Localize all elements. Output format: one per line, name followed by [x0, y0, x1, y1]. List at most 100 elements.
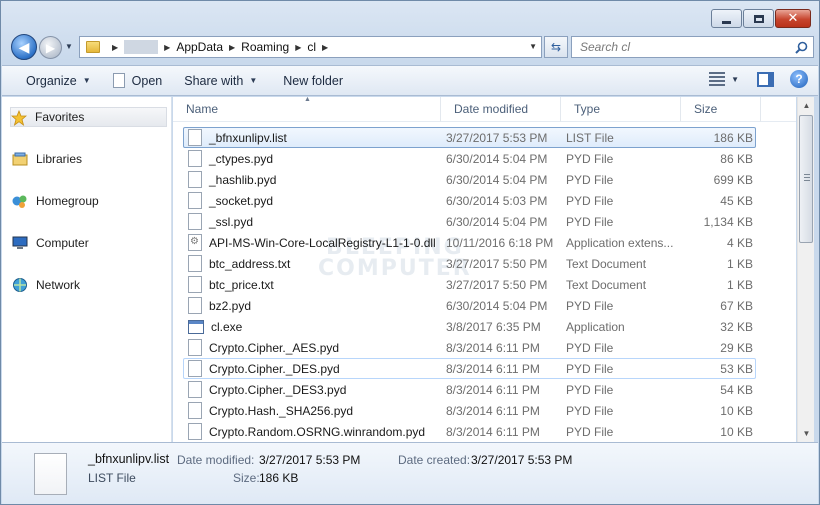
- file-name-cell: bz2.pyd: [184, 297, 442, 314]
- search-input[interactable]: [580, 40, 780, 54]
- file-name-cell: Crypto.Random.OSRNG.winrandom.pyd: [184, 423, 442, 440]
- file-name: Crypto.Hash._SHA256.pyd: [209, 403, 354, 418]
- file-list: ▲ Name Date modified Type Size BLEEPING …: [173, 97, 796, 442]
- forward-button[interactable]: ▶: [39, 36, 62, 59]
- scrollbar-thumb[interactable]: [799, 115, 813, 243]
- breadcrumb-separator-icon[interactable]: ▶: [164, 43, 170, 52]
- column-header-label: Size: [694, 102, 718, 116]
- file-name-cell: _ctypes.pyd: [184, 150, 442, 167]
- file-row[interactable]: _ctypes.pyd 6/30/2014 5:04 PM PYD File 86 K…: [183, 148, 756, 169]
- file-row[interactable]: _hashlib.pyd 6/30/2014 5:04 PM PYD File 699…: [183, 169, 756, 190]
- breadcrumb-appdata[interactable]: AppData: [176, 40, 223, 54]
- open-button[interactable]: Open: [105, 69, 171, 93]
- file-date-modified: 6/30/2014 5:04 PM: [446, 151, 548, 166]
- preview-pane-icon[interactable]: [757, 71, 774, 87]
- breadcrumb-roaming[interactable]: Roaming: [241, 40, 289, 54]
- file-row[interactable]: cl.exe 3/8/2017 6:35 PM Application 32 KB: [183, 316, 756, 337]
- file-type: PYD File: [566, 382, 614, 397]
- nav-item-favorites[interactable]: Favorites: [10, 107, 167, 127]
- file-name: _hashlib.pyd: [209, 172, 277, 187]
- back-button[interactable]: ◀: [11, 34, 37, 60]
- minimize-button[interactable]: [711, 9, 742, 28]
- file-name: Crypto.Random.OSRNG.winrandom.pyd: [209, 424, 426, 439]
- star-icon: [11, 110, 27, 126]
- column-header-label: Name: [186, 102, 219, 116]
- file-row[interactable]: Crypto.Cipher._AES.pyd 8/3/2014 6:11 PM PY…: [183, 337, 756, 358]
- column-header-type[interactable]: Type: [561, 97, 681, 122]
- file-row[interactable]: Crypto.Cipher._DES.pyd 8/3/2014 6:11 PM PY…: [183, 358, 756, 379]
- chevron-down-icon: ▼: [65, 42, 73, 51]
- file-name-cell: btc_price.txt: [184, 276, 442, 293]
- file-row[interactable]: btc_price.txt 3/27/2017 5:50 PM Text Docum…: [183, 274, 756, 295]
- file-row[interactable]: Crypto.Cipher._DES3.pyd 8/3/2014 6:11 PM P…: [183, 379, 756, 400]
- vertical-scrollbar[interactable]: ▲ ▼: [797, 97, 814, 442]
- file-row[interactable]: _bfnxunlipv.list 3/27/2017 5:53 PM LIST Fi…: [183, 127, 756, 148]
- redacted-breadcrumb[interactable]: [124, 40, 159, 54]
- scroll-up-icon[interactable]: ▲: [798, 97, 815, 114]
- help-icon[interactable]: ?: [790, 70, 808, 88]
- breadcrumb-separator-icon[interactable]: ▶: [229, 43, 235, 52]
- file-row[interactable]: _socket.pyd 6/30/2014 5:03 PM PYD File 45 K…: [183, 190, 756, 211]
- nav-item-homegroup[interactable]: Homegroup: [12, 191, 167, 211]
- file-row[interactable]: _ssl.pyd 6/30/2014 5:04 PM PYD File 1,134 K…: [183, 211, 756, 232]
- scroll-down-icon[interactable]: ▼: [798, 425, 815, 442]
- chevron-down-icon[interactable]: ▼: [731, 75, 739, 84]
- search-box: [571, 36, 814, 58]
- file-date-modified: 8/3/2014 6:11 PM: [446, 403, 540, 418]
- column-header-date-modified[interactable]: Date modified: [441, 97, 561, 122]
- share-with-button[interactable]: Share with ▼: [176, 69, 265, 93]
- refresh-button[interactable]: ⇆: [544, 36, 568, 58]
- search-icon[interactable]: [795, 41, 808, 54]
- file-type: PYD File: [566, 151, 614, 166]
- file-size: 32 KB: [720, 319, 753, 334]
- file-row[interactable]: bz2.pyd 6/30/2014 5:04 PM PYD File 67 KB: [183, 295, 756, 316]
- file-name-cell: Crypto.Hash._SHA256.pyd: [184, 402, 442, 419]
- file-date-modified: 3/27/2017 5:53 PM: [446, 130, 548, 145]
- organize-button[interactable]: Organize ▼: [18, 69, 99, 93]
- file-row[interactable]: btc_address.txt 3/27/2017 5:50 PM Text Doc…: [183, 253, 756, 274]
- nav-item-network[interactable]: Network: [12, 275, 167, 295]
- document-icon: [188, 150, 202, 167]
- address-history-dropdown-icon[interactable]: ▼: [529, 42, 537, 51]
- nav-label: Computer: [36, 236, 89, 250]
- file-size: 54 KB: [720, 382, 753, 397]
- document-icon: [188, 255, 202, 272]
- document-icon: [188, 276, 202, 293]
- file-row[interactable]: API-MS-Win-Core-LocalRegistry-L1-1-0.dll…: [183, 232, 756, 253]
- breadcrumb-separator-icon[interactable]: ▶: [295, 43, 301, 52]
- details-date-created: 3/27/2017 5:53 PM: [471, 453, 573, 467]
- document-icon: [188, 129, 202, 146]
- document-icon: [188, 423, 202, 440]
- file-name-cell: _bfnxunlipv.list: [184, 129, 442, 146]
- view-controls: ▼ ?: [709, 70, 808, 88]
- address-bar[interactable]: ▶ ▶ AppData ▶ Roaming ▶ cl ▶ ▼: [79, 36, 542, 58]
- file-name: btc_address.txt: [209, 256, 291, 271]
- column-header-size[interactable]: Size: [681, 97, 761, 122]
- minimize-icon: [722, 20, 731, 24]
- file-date-modified: 8/3/2014 6:11 PM: [446, 382, 540, 397]
- file-type: PYD File: [566, 193, 614, 208]
- recent-pages-dropdown[interactable]: ▼: [65, 42, 73, 51]
- breadcrumb-separator-icon[interactable]: ▶: [112, 43, 118, 52]
- file-date-modified: 8/3/2014 6:11 PM: [446, 424, 540, 439]
- breadcrumb-cl[interactable]: cl: [307, 40, 316, 54]
- column-header-label: Date modified: [454, 102, 529, 116]
- network-icon: [12, 277, 28, 293]
- change-view-icon[interactable]: [709, 72, 726, 86]
- column-header-label: Type: [574, 102, 601, 116]
- file-row[interactable]: Crypto.Random.OSRNG.winrandom.pyd 8/3/201…: [183, 421, 756, 442]
- new-folder-button[interactable]: New folder: [275, 69, 351, 93]
- close-button[interactable]: ✕: [775, 9, 811, 28]
- nav-item-libraries[interactable]: Libraries: [12, 149, 167, 169]
- file-date-modified: 6/30/2014 5:04 PM: [446, 214, 548, 229]
- file-size: 10 KB: [720, 403, 753, 418]
- nav-label: Favorites: [35, 110, 85, 124]
- file-size: 53 KB: [720, 361, 753, 376]
- column-header-name[interactable]: ▲ Name: [173, 97, 441, 122]
- maximize-button[interactable]: [743, 9, 774, 28]
- file-date-modified: 8/3/2014 6:11 PM: [446, 361, 540, 376]
- file-row[interactable]: Crypto.Hash._SHA256.pyd 8/3/2014 6:11 PM P…: [183, 400, 756, 421]
- breadcrumb-separator-icon[interactable]: ▶: [322, 43, 328, 52]
- file-type: LIST File: [566, 130, 614, 145]
- nav-item-computer[interactable]: Computer: [12, 233, 167, 253]
